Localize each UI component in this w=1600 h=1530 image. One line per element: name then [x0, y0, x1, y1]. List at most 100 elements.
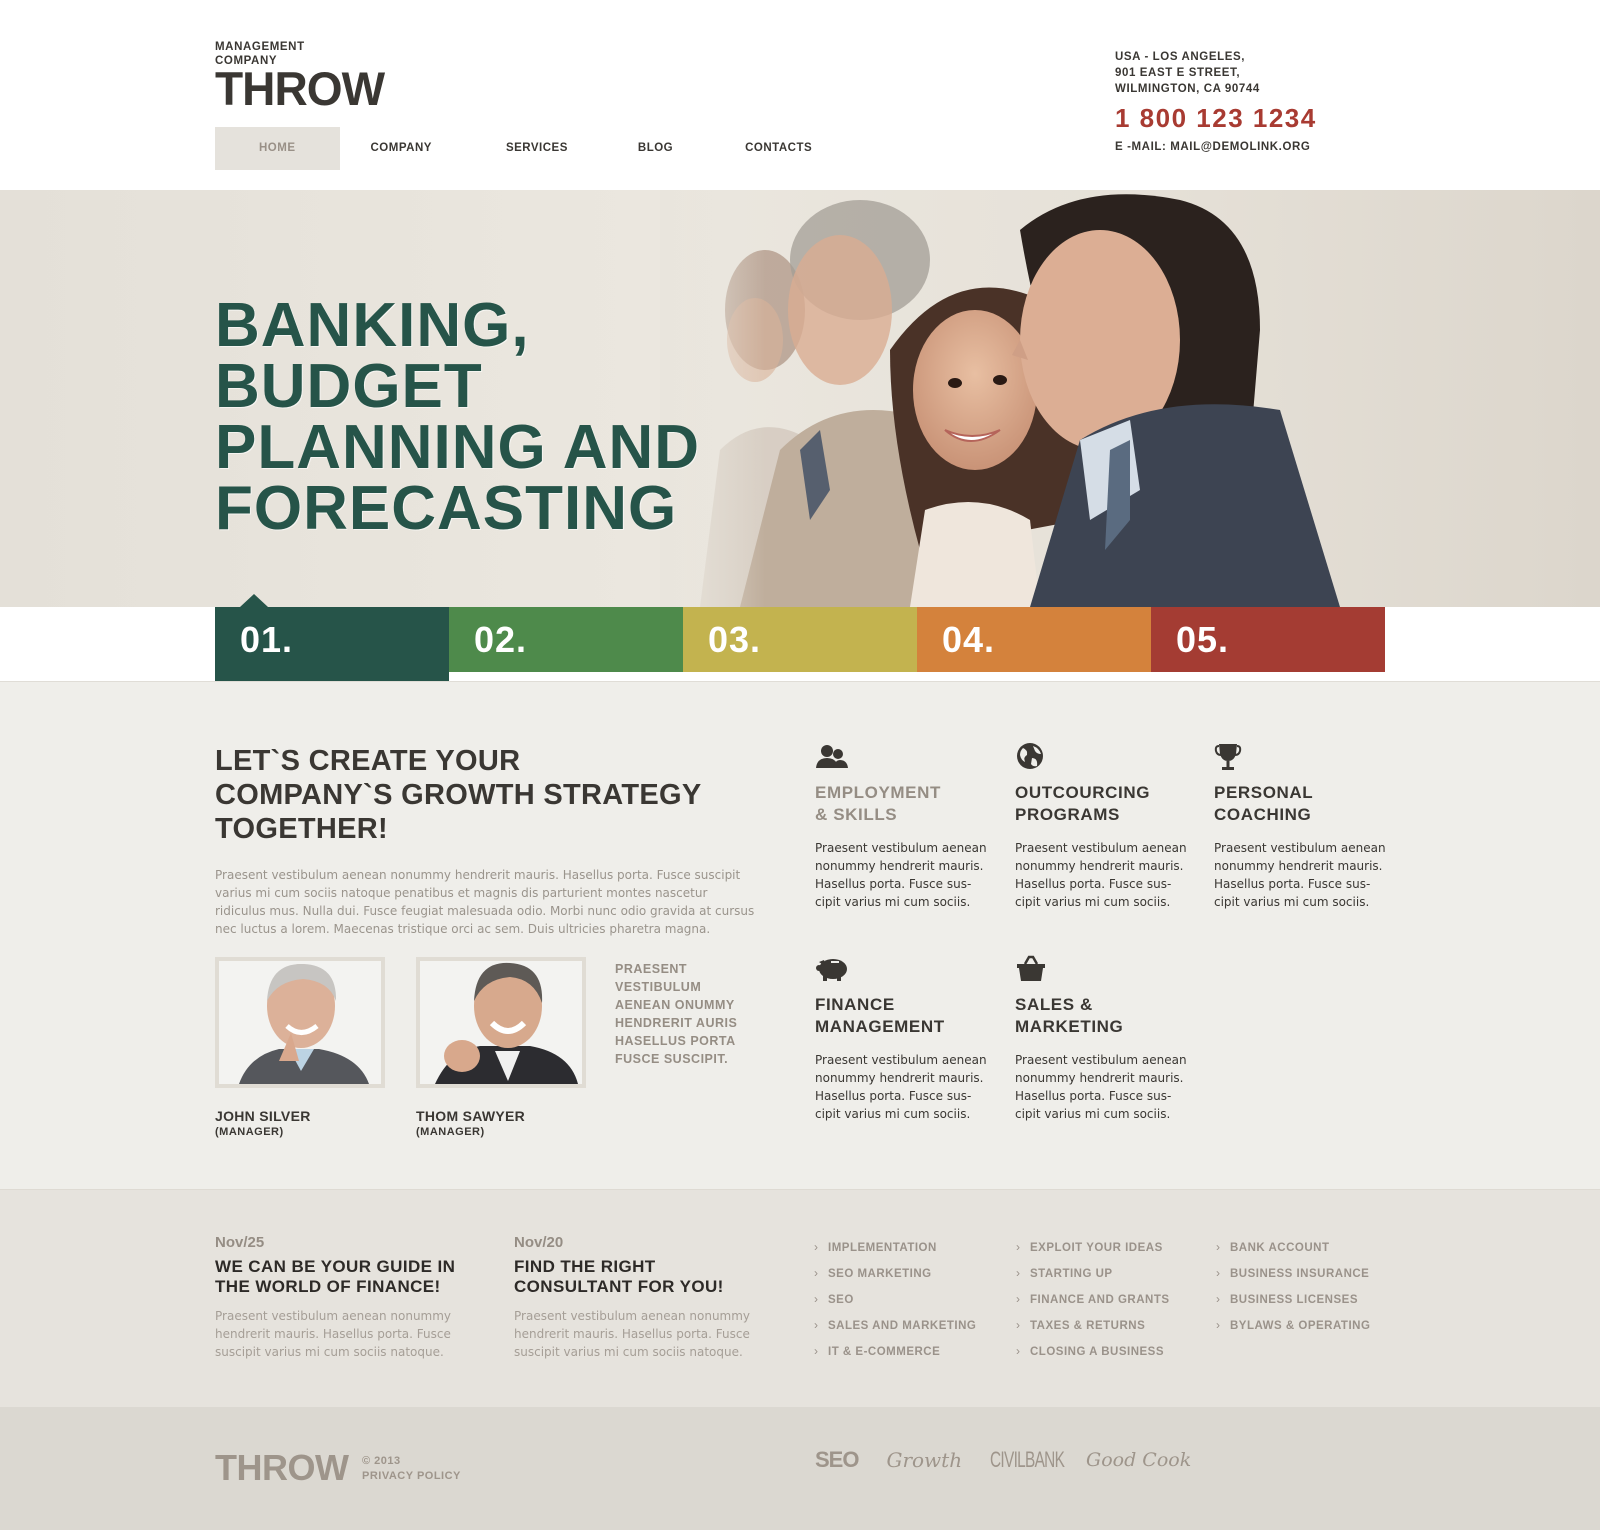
service-item[interactable]: SALES & MARKETING Praesent vestibulum ae… [1015, 954, 1190, 1123]
business-team-photo [660, 190, 1360, 607]
nav-company[interactable]: COMPANY [354, 127, 468, 170]
footer-logo[interactable]: THROW [215, 1447, 349, 1489]
service-text: Praesent vestibulum aenean nonummy hendr… [1015, 1053, 1187, 1121]
service-text: Praesent vestibulum aenean nonummy hendr… [1214, 841, 1386, 909]
service-title-line: PERSONAL [1214, 783, 1314, 802]
footer-link[interactable]: › BANK ACCOUNT [1216, 1240, 1370, 1266]
post-excerpt: Praesent vestibulum aenean nonummy hendr… [514, 1309, 751, 1359]
footer-link-label: IT & E-COMMERCE [828, 1346, 941, 1358]
slide-tab-3[interactable]: 03. [683, 607, 917, 672]
service-item[interactable]: PERSONAL COACHING Praesent vestibulum ae… [1214, 742, 1389, 911]
post-excerpt: Praesent vestibulum aenean nonummy hendr… [215, 1309, 452, 1359]
news-post[interactable]: Nov/25 WE CAN BE YOUR GUIDE IN THE WORLD… [215, 1234, 485, 1361]
footer-link-label: BUSINESS LICENSES [1230, 1294, 1358, 1306]
phone-number[interactable]: 1 800 123 1234 [1115, 103, 1317, 133]
service-item[interactable]: FINANCE MANAGEMENT Praesent vestibulum a… [815, 954, 990, 1123]
logo[interactable]: MANAGEMENT COMPANY THROW [215, 40, 388, 115]
slide-tab-4[interactable]: 04. [917, 607, 1151, 672]
intro-heading-line: TOGETHER! [215, 813, 388, 845]
email-link[interactable]: E -MAIL: MAIL@DEMOLINK.ORG [1115, 141, 1317, 153]
slide-tab-label: 04. [942, 619, 996, 660]
footer-link-label: SEO [828, 1294, 854, 1306]
intro-text: Praesent vestibulum aenean nonummy hendr… [215, 868, 755, 936]
chevron-right-icon: › [1216, 1292, 1221, 1306]
footer-link[interactable]: › SEO MARKETING [814, 1266, 976, 1292]
footer-link[interactable]: › SALES AND MARKETING [814, 1318, 976, 1344]
footer-link[interactable]: › IMPLEMENTATION [814, 1240, 976, 1266]
member-photo [219, 961, 381, 1084]
service-text: Praesent vestibulum aenean nonummy hendr… [815, 1053, 987, 1121]
address-line: WILMINGTON, CA 90744 [1115, 83, 1260, 95]
footer-link-label: SALES AND MARKETING [828, 1320, 977, 1332]
post-title-line: THE WORLD OF FINANCE! [215, 1277, 441, 1296]
chevron-right-icon: › [814, 1240, 819, 1254]
service-text: Praesent vestibulum aenean nonummy hendr… [1015, 841, 1187, 909]
intro-block: LET`S CREATE YOUR COMPANY`S GROWTH STRAT… [215, 744, 760, 938]
main-nav: HOME COMPANY SERVICES BLOG CONTACTS [215, 127, 846, 170]
hero-headline-line: PLANNING AND [215, 413, 701, 482]
footer-link[interactable]: › BUSINESS INSURANCE [1216, 1266, 1370, 1292]
logo-title: THROW [215, 62, 385, 115]
slide-tab-5[interactable]: 05. [1151, 607, 1385, 672]
chevron-right-icon: › [1216, 1266, 1221, 1280]
member-role: (MANAGER) [215, 1126, 284, 1138]
footer-link[interactable]: › EXPLOIT YOUR IDEAS [1016, 1240, 1170, 1266]
footer-link-label: BYLAWS & OPERATING [1230, 1320, 1371, 1332]
post-title-line: FIND THE RIGHT [514, 1257, 656, 1276]
footer-link[interactable]: › TAXES & RETURNS [1016, 1318, 1170, 1344]
post-title[interactable]: WE CAN BE YOUR GUIDE IN THE WORLD OF FIN… [215, 1257, 485, 1297]
piggy-bank-icon [816, 959, 847, 981]
post-date: Nov/20 [514, 1234, 564, 1251]
partner-logo-goodcook[interactable]: Good Cook [1086, 1449, 1191, 1471]
team-member[interactable]: THOM SAWYER (MANAGER) [416, 957, 586, 1138]
partner-logo-civilbank[interactable]: CIVILBANK [990, 1447, 1065, 1473]
footer-link[interactable]: › IT & E-COMMERCE [814, 1344, 976, 1370]
service-title: FINANCE MANAGEMENT [815, 994, 990, 1038]
team-member[interactable]: JOHN SILVER (MANAGER) [215, 957, 385, 1138]
service-title-line: MARKETING [1015, 1017, 1124, 1036]
trophy-icon [1214, 744, 1242, 770]
partner-logos: SEO Growth CIVILBANK Good Cook [815, 1447, 1219, 1473]
post-title-line: WE CAN BE YOUR GUIDE IN [215, 1257, 456, 1276]
footer-link[interactable]: › FINANCE AND GRANTS [1016, 1292, 1170, 1318]
post-title-line: CONSULTANT FOR YOU! [514, 1277, 724, 1296]
chevron-right-icon: › [1216, 1240, 1221, 1254]
service-title-line: EMPLOYMENT [815, 783, 941, 802]
footer-link[interactable]: › SEO [814, 1292, 976, 1318]
basket-icon [1017, 955, 1045, 981]
hero-banner: BANKING, BUDGET PLANNING AND FORECASTING [0, 190, 1600, 607]
footer-meta: © 2013 PRIVACY POLICY [362, 1454, 461, 1484]
nav-services[interactable]: SERVICES [482, 127, 604, 170]
hero-headline: BANKING, BUDGET PLANNING AND FORECASTING [215, 295, 701, 540]
slide-tab-1[interactable]: 01. [215, 594, 449, 681]
slide-tab-label: 05. [1176, 619, 1230, 660]
footer-link-label: BUSINESS INSURANCE [1230, 1268, 1370, 1280]
partner-logo-growth[interactable]: Growth [886, 1448, 962, 1472]
news-and-links: Nov/25 WE CAN BE YOUR GUIDE IN THE WORLD… [0, 1189, 1600, 1407]
post-title[interactable]: FIND THE RIGHT CONSULTANT FOR YOU! [514, 1257, 784, 1297]
slide-tab-label: 02. [474, 619, 528, 660]
partner-logo-seo[interactable]: SEO [815, 1447, 859, 1473]
slide-tab-2[interactable]: 02. [449, 607, 683, 672]
chevron-right-icon: › [1016, 1344, 1021, 1358]
member-name: THOM SAWYER [416, 1108, 526, 1124]
address: USA - LOS ANGELES, 901 EAST E STREET, WI… [1115, 49, 1317, 97]
service-item[interactable]: EMPLOYMENT & SKILLS Praesent vestibulum … [815, 742, 990, 911]
service-title-line: OUTCOURCING [1015, 783, 1151, 802]
nav-home[interactable]: HOME [215, 127, 340, 170]
nav-contacts[interactable]: CONTACTS [725, 127, 832, 170]
footer-link-label: EXPLOIT YOUR IDEAS [1030, 1242, 1163, 1254]
service-item[interactable]: OUTCOURCING PROGRAMS Praesent vestibulum… [1015, 742, 1190, 911]
site-header: MANAGEMENT COMPANY THROW HOME COMPANY SE… [0, 0, 1600, 190]
link-column: › BANK ACCOUNT › BUSINESS INSURANCE › BUSIN… [1216, 1240, 1370, 1344]
chevron-right-icon: › [814, 1344, 819, 1358]
news-post[interactable]: Nov/20 FIND THE RIGHT CONSULTANT FOR YOU… [514, 1234, 784, 1361]
footer-link-label: STARTING UP [1030, 1268, 1113, 1280]
footer-link[interactable]: › STARTING UP [1016, 1266, 1170, 1292]
footer-link[interactable]: › BYLAWS & OPERATING [1216, 1318, 1370, 1344]
chevron-right-icon: › [814, 1266, 819, 1280]
footer-link[interactable]: › CLOSING A BUSINESS [1016, 1344, 1170, 1370]
privacy-policy-link[interactable]: PRIVACY POLICY [362, 1469, 461, 1484]
nav-blog[interactable]: BLOG [618, 127, 711, 170]
footer-link[interactable]: › BUSINESS LICENSES [1216, 1292, 1370, 1318]
